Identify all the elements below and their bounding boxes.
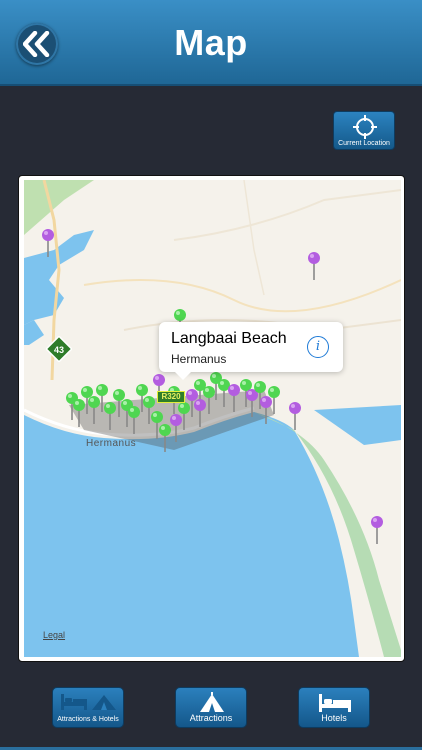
callout-subtitle: Hermanus — [171, 352, 227, 366]
bed-icon — [319, 694, 351, 712]
route-43-badge: 43 — [46, 336, 72, 362]
tent-icon — [200, 692, 224, 712]
route-r320-badge: R320 — [157, 391, 185, 403]
map-pins — [41, 228, 384, 545]
tab-label-attractions-hotels: Attractions & Hotels — [57, 716, 119, 723]
crosshair-icon — [353, 115, 377, 139]
map-frame: 43 R320 Hermanus Langbaai Beach Hermanus… — [18, 175, 405, 662]
info-icon[interactable]: i — [307, 336, 329, 358]
page-title: Map — [174, 22, 248, 63]
town-label: Hermanus — [86, 438, 137, 449]
tab-attractions[interactable]: Attractions — [175, 687, 247, 728]
tab-hotels[interactable]: Hotels — [298, 687, 370, 728]
callout-title: Langbaai Beach — [171, 330, 287, 347]
tab-label-attractions: Attractions — [189, 713, 233, 723]
legal-link[interactable]: Legal — [43, 630, 65, 640]
map-callout[interactable]: Langbaai Beach Hermanus i — [159, 322, 343, 380]
header-bar: Map — [0, 0, 422, 86]
tab-label-hotels: Hotels — [321, 713, 347, 723]
map-view[interactable]: 43 R320 Hermanus Langbaai Beach Hermanus… — [24, 180, 401, 657]
route-43-label: 43 — [54, 345, 64, 355]
bed-tent-icon — [61, 694, 116, 710]
tab-attractions-hotels[interactable]: Attractions & Hotels — [52, 687, 124, 728]
current-location-label: Current Location — [338, 140, 390, 147]
bottom-toolbar: Attractions & Hotels Attractions Hotels — [0, 678, 422, 750]
current-location-button[interactable]: Current Location — [333, 111, 395, 150]
